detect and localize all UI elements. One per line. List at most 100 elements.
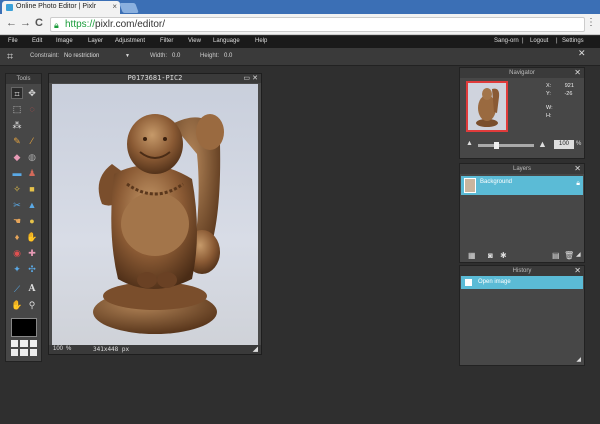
lasso-tool-icon[interactable]: ◌ [26, 103, 38, 115]
stamp-tool-icon[interactable]: ♟ [26, 167, 38, 179]
marquee-tool-icon[interactable]: ⬚ [11, 103, 23, 115]
spot-heal-tool-icon[interactable]: ✚ [26, 247, 38, 259]
tools-title: Tools [6, 74, 41, 84]
layers-footer: ▦ ◙ ✱ ▤ 🗑︎ ◢ [460, 250, 584, 262]
history-item-icon [465, 279, 472, 286]
settings-link[interactable]: Settings [562, 38, 584, 44]
layer-row[interactable]: Background 🔒︎ [461, 176, 583, 195]
layers-close-icon[interactable]: ✕ [574, 164, 581, 174]
navigator-zoom-input[interactable]: 100 [554, 140, 574, 149]
new-tab-button[interactable] [119, 3, 139, 13]
navigator-info: X: 921 Y: -26 W: H: [546, 82, 574, 120]
type-tool-icon[interactable]: A [26, 283, 38, 295]
reload-icon[interactable]: C [35, 17, 43, 29]
zoom-level[interactable]: 100 [53, 345, 63, 354]
zoom-in-icon[interactable]: ▲ [538, 139, 547, 149]
menu-layer[interactable]: Layer [88, 38, 103, 44]
resize-grip-icon[interactable]: ◢ [253, 345, 258, 354]
image-dimensions: 341x448 px [93, 346, 130, 353]
forward-icon[interactable]: → [20, 17, 31, 29]
w-label: W: [546, 105, 553, 111]
user-name-link[interactable]: Sang-orn [494, 38, 519, 44]
lock-icon[interactable]: 🔒︎ [576, 180, 580, 188]
width-input[interactable]: 0.0 [172, 53, 180, 59]
new-layer-icon[interactable]: ▤ [552, 251, 560, 260]
zoom-unit: % [66, 346, 72, 352]
foreground-color-swatch[interactable] [11, 318, 37, 337]
menu-adjustment[interactable]: Adjustment [115, 38, 145, 44]
layer-style-icon[interactable]: ✱ [500, 251, 507, 260]
navigator-preview-image [476, 88, 500, 127]
layer-name: Background [480, 179, 513, 185]
hand-tool-icon[interactable]: ✋ [11, 299, 23, 311]
grid-icon[interactable] [11, 340, 37, 356]
layers-grip-icon[interactable]: ◢ [576, 251, 581, 258]
navigator-zoom-unit: % [576, 141, 582, 147]
burn-tool-icon[interactable]: ✋ [26, 231, 38, 243]
document-close-icon[interactable]: ✕ [252, 74, 258, 82]
options-close-icon[interactable]: ✕ [578, 48, 586, 59]
zoom-slider[interactable] [478, 144, 534, 147]
history-grip-icon[interactable]: ◢ [576, 356, 581, 363]
url-input[interactable]: 🔒︎ https://pixlr.com/editor/ [50, 17, 585, 32]
zoom-out-icon[interactable]: ▲ [466, 140, 473, 147]
layer-settings-icon[interactable]: ▦ [468, 251, 476, 260]
menu-image[interactable]: Image [56, 38, 73, 44]
redeye-tool-icon[interactable]: ◉ [11, 247, 23, 259]
drawing-tool-icon[interactable]: ✧ [11, 183, 23, 195]
url-scheme: https:// [65, 19, 96, 30]
constraint-dropdown-icon[interactable]: ▼ [125, 53, 130, 59]
history-title: History [460, 266, 584, 276]
sharpen-tool-icon[interactable]: ▲ [26, 199, 38, 211]
back-icon[interactable]: ← [6, 17, 17, 29]
shape-tool-icon[interactable]: ■ [26, 183, 38, 195]
menu-file[interactable]: File [8, 38, 18, 44]
right-scroll-region [588, 66, 600, 366]
menu-edit[interactable]: Edit [32, 38, 42, 44]
eraser-tool-icon[interactable]: ◆ [11, 151, 23, 163]
menu-help[interactable]: Help [255, 38, 267, 44]
menu-filter[interactable]: Filter [160, 38, 173, 44]
zoom-tool-icon[interactable]: ⚲ [26, 299, 38, 311]
browser-tab-bar: Online Photo Editor | Pixlr × [0, 0, 600, 14]
history-item[interactable]: Open image [461, 276, 583, 289]
height-input[interactable]: 0.0 [224, 53, 232, 59]
tools-palette: Tools ⌗ ✥ ⬚ ◌ ⁂ ✎ ⁄ ◆ ◍ ▬ ♟ ✧ ■ ✂ ▲ ☚ ● … [5, 73, 42, 362]
smudge-tool-icon[interactable]: ☚ [11, 215, 23, 227]
constraint-select[interactable]: No restriction [64, 53, 99, 59]
tab-close-icon[interactable]: × [112, 2, 117, 11]
browser-tab[interactable]: Online Photo Editor | Pixlr × [2, 1, 120, 14]
logout-link[interactable]: Logout [530, 38, 548, 44]
crop-icon: ⌗ [7, 51, 14, 63]
navigator-zoom-controls: ▲ ▲ 100 % [464, 139, 582, 149]
move-tool-icon[interactable]: ✥ [26, 87, 38, 99]
layer-mask-icon[interactable]: ◙ [488, 251, 493, 260]
wand-tool-icon[interactable]: ⁂ [11, 119, 23, 131]
bloat-tool-icon[interactable]: ✦ [11, 263, 23, 275]
pinch-tool-icon[interactable]: ✣ [26, 263, 38, 275]
menu-language[interactable]: Language [213, 38, 240, 44]
document-status-bar: 100 % 341x448 px ◢ [49, 345, 261, 354]
dodge-tool-icon[interactable]: ♦ [11, 231, 23, 243]
menu-view[interactable]: View [188, 38, 201, 44]
delete-layer-icon[interactable]: 🗑︎ [564, 251, 574, 260]
sponge-tool-icon[interactable]: ● [26, 215, 38, 227]
navigator-thumbnail[interactable] [466, 81, 508, 132]
browser-menu-icon[interactable]: ⋮ [586, 17, 596, 28]
navigator-close-icon[interactable]: ✕ [574, 68, 581, 78]
layers-title: Layers [460, 164, 584, 174]
layers-panel: Layers ✕ Background 🔒︎ ▦ ◙ ✱ ▤ 🗑︎ ◢ [459, 163, 585, 263]
history-item-name: Open image [478, 279, 511, 285]
brush-tool-icon[interactable]: ⁄ [26, 135, 38, 147]
history-close-icon[interactable]: ✕ [574, 266, 581, 276]
bucket-tool-icon[interactable]: ◍ [26, 151, 38, 163]
color-picker-tool-icon[interactable]: ⟋ [11, 283, 23, 295]
pixlr-favicon-icon [6, 4, 13, 11]
pencil-tool-icon[interactable]: ✎ [11, 135, 23, 147]
maximize-icon[interactable]: ▭ [243, 74, 250, 82]
gradient-tool-icon[interactable]: ▬ [11, 167, 23, 179]
blur-tool-icon[interactable]: ✂ [11, 199, 23, 211]
image-canvas[interactable] [52, 84, 258, 346]
zoom-slider-handle[interactable] [494, 142, 499, 149]
crop-tool-icon[interactable]: ⌗ [11, 87, 23, 99]
